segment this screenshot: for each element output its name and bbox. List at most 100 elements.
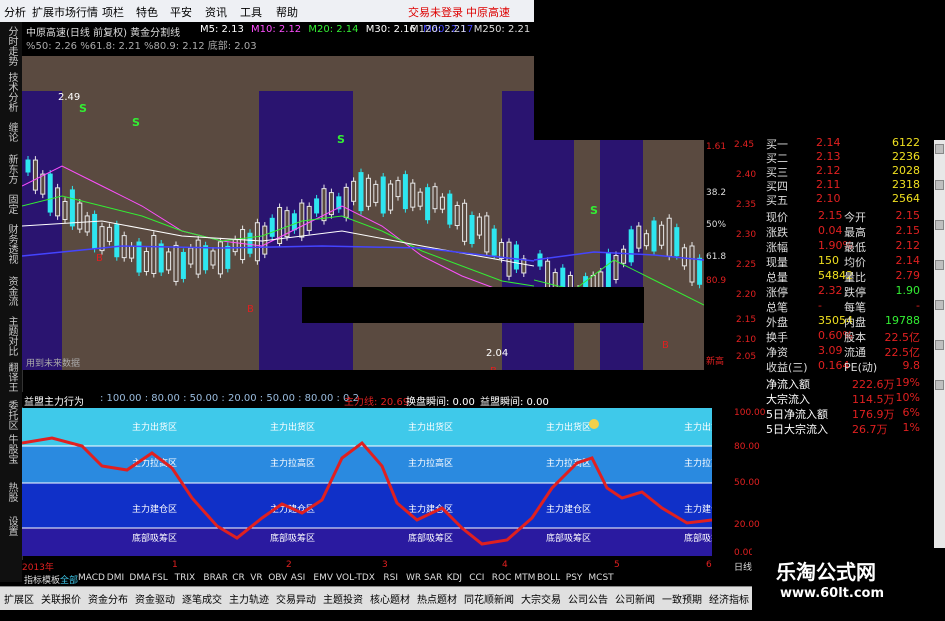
candle-body	[674, 227, 680, 257]
indicator-tab-brar[interactable]: BRAR	[203, 573, 227, 583]
menu-item-help[interactable]: 帮助	[276, 4, 298, 20]
high-label: 2.49	[58, 92, 80, 103]
scroll-btn[interactable]	[935, 300, 944, 310]
candle-body	[365, 177, 371, 207]
ind-tick-80: 80.00	[734, 442, 760, 452]
menu-item-tools[interactable]: 工具	[240, 4, 262, 20]
indicator-tab-emv[interactable]: EMV	[313, 573, 333, 583]
bottom-tab[interactable]: 逐笔成交	[182, 591, 222, 606]
indicator-tab-cr[interactable]: CR	[232, 573, 245, 583]
scroll-btn[interactable]	[935, 380, 944, 390]
indicator-tab-asi[interactable]: ASI	[291, 573, 306, 583]
indicator-tab-cci[interactable]: CCI	[469, 573, 484, 583]
bottom-tab[interactable]: 主题投资	[323, 591, 363, 606]
left-tab-chan[interactable]: 缠论	[3, 122, 17, 142]
left-tab-order[interactable]: 委托区	[3, 400, 17, 430]
indicator-tab-roc[interactable]: ROC	[492, 573, 512, 583]
indicator-tab-全部[interactable]: 全部	[60, 573, 78, 586]
candle-body	[84, 215, 90, 233]
price-chart-right[interactable]: S B	[534, 140, 704, 370]
left-tab-flow[interactable]: 资金流	[3, 276, 17, 306]
future-data-note: 用到未来数据	[26, 357, 80, 369]
scroll-btn[interactable]	[935, 260, 944, 270]
date-tick: 6	[706, 560, 712, 570]
left-tab-compare[interactable]: 主题对比	[3, 316, 17, 356]
indicator-tab-dmi[interactable]: DMI	[107, 573, 124, 583]
indicator-tab-vol-tdx[interactable]: VOL-TDX	[336, 573, 375, 583]
bottom-tab[interactable]: 经济指标	[709, 591, 749, 606]
candle-body	[643, 233, 649, 247]
candle-body	[173, 244, 179, 282]
menu-item-ext-market[interactable]: 扩展市场行情	[32, 4, 98, 20]
ma120-value: M120: 2.21	[410, 24, 467, 35]
bid-price: 2.11	[816, 178, 841, 191]
indicator-tab-mcst[interactable]: MCST	[588, 573, 613, 583]
scroll-btn[interactable]	[935, 144, 944, 154]
stat-label: 最低	[844, 241, 866, 254]
bottom-tab[interactable]: 资金分布	[88, 591, 128, 606]
bottom-tab[interactable]: 同花顺新闻	[464, 591, 514, 606]
left-tab-technical[interactable]: 技术分析	[3, 72, 17, 112]
left-tab-finance[interactable]: 财务透视	[3, 224, 17, 264]
indicator-tab-trix[interactable]: TRIX	[175, 573, 196, 583]
zone-label: 主力拉高区	[546, 457, 591, 469]
zone-pullup	[22, 446, 712, 483]
trade-login-link[interactable]: 交易未登录	[408, 4, 463, 20]
menu-item-analysis[interactable]: 分析	[4, 4, 26, 20]
indicator-tab-mtm[interactable]: MTM	[514, 573, 535, 583]
indicator-tab-dma[interactable]: DMA	[129, 573, 150, 583]
indicator-tab-wr[interactable]: WR	[406, 573, 421, 583]
quote-scrollbar[interactable]	[934, 140, 945, 580]
scroll-btn[interactable]	[935, 220, 944, 230]
scroll-btn[interactable]	[935, 180, 944, 190]
left-tab-translate[interactable]: 翻译王	[3, 362, 17, 392]
indicator-tab-指标[interactable]: 指标	[24, 573, 42, 586]
indicator-tab-macd[interactable]: MACD	[78, 573, 105, 583]
bottom-tab[interactable]: 主力轨迹	[229, 591, 269, 606]
menu-item-column[interactable]: 项栏	[102, 4, 124, 20]
menu-item-news[interactable]: 资讯	[205, 4, 227, 20]
indicator-tab-sar[interactable]: SAR	[424, 573, 442, 583]
zone-label: 主力出货区	[684, 421, 712, 433]
bottom-tab[interactable]: 关联报价	[41, 591, 81, 606]
indicator-tab-obv[interactable]: OBV	[268, 573, 287, 583]
bottom-tab[interactable]: 大宗交易	[521, 591, 561, 606]
menu-item-feature[interactable]: 特色	[136, 4, 158, 20]
bottom-tab[interactable]: 核心题材	[370, 591, 410, 606]
left-tab-timeshare[interactable]: 分时走势	[3, 26, 17, 66]
phase-band-3	[502, 91, 534, 370]
left-tab-east[interactable]: 新东方	[3, 154, 17, 184]
bid-volume: 6122	[892, 136, 920, 149]
price-axis-mid: 2.40 2.35 2.30 2.25 2.20 2.15 2.10 2.05	[734, 140, 764, 370]
indicator-tab-rsi[interactable]: RSI	[383, 573, 398, 583]
bottom-tab[interactable]: 交易异动	[276, 591, 316, 606]
bottom-tab[interactable]: 公司新闻	[615, 591, 655, 606]
left-tab-hot[interactable]: 热股	[3, 482, 17, 502]
left-tab-settings[interactable]: 设置	[3, 516, 17, 536]
indicator-tab-fsl[interactable]: FSL	[152, 573, 168, 583]
bottom-tab[interactable]: 扩展区	[4, 591, 34, 606]
indicator-tab-vr[interactable]: VR	[250, 573, 262, 583]
menu-item-pingan[interactable]: 平安	[170, 4, 192, 20]
stat-value: -	[818, 299, 822, 312]
bid-volume: 2028	[892, 164, 920, 177]
stat-label: 外盘	[766, 316, 788, 329]
stat-value: 150	[818, 254, 839, 267]
stat-value: -	[916, 299, 920, 312]
bottom-tab[interactable]: 资金驱动	[135, 591, 175, 606]
zone-label: 主力拉高区	[408, 457, 453, 469]
bottom-tab[interactable]: 公司公告	[568, 591, 608, 606]
candle-body	[484, 215, 490, 253]
left-tab-fixed[interactable]: 固定	[3, 194, 17, 214]
left-tab-niugu[interactable]: 牛股宝	[3, 434, 17, 464]
indicator-tab-kdj[interactable]: KDJ	[447, 573, 463, 583]
indicator-title[interactable]: 益盟主力行为	[24, 393, 84, 408]
scroll-btn[interactable]	[935, 340, 944, 350]
indicator-tab-模板[interactable]: 模板	[42, 573, 60, 586]
flow-label: 净流入额	[766, 378, 810, 391]
bottom-tab[interactable]: 热点题材	[417, 591, 457, 606]
indicator-chart[interactable]: 主力出货区主力拉高区主力建仓区底部吸筹区 主力出货区主力拉高区主力建仓区底部吸筹区…	[22, 408, 712, 556]
indicator-tab-boll[interactable]: BOLL	[537, 573, 560, 583]
indicator-tab-psy[interactable]: PSY	[566, 573, 583, 583]
bottom-tab[interactable]: 一致预期	[662, 591, 702, 606]
